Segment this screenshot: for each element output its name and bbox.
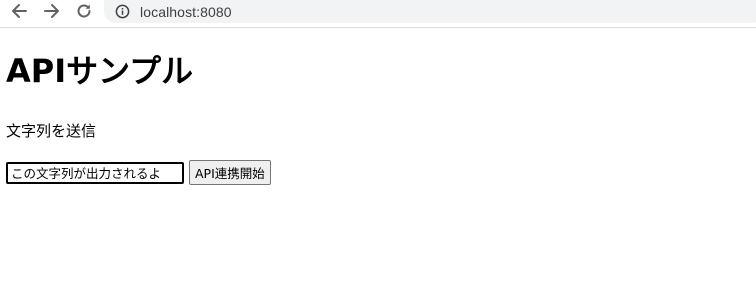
browser-toolbar: localhost:8080 <box>0 0 756 28</box>
arrow-right-icon <box>44 4 59 18</box>
forward-button[interactable] <box>40 0 64 22</box>
api-start-button[interactable]: API連携開始 <box>189 160 271 185</box>
back-button[interactable] <box>7 0 31 22</box>
reload-button[interactable] <box>72 0 96 22</box>
send-form: API連携開始 <box>6 160 271 185</box>
reload-icon <box>77 4 91 18</box>
subtitle: 文字列を送信 <box>6 122 97 140</box>
info-icon[interactable] <box>115 4 131 20</box>
page-title: APIサンプル <box>6 52 194 90</box>
message-input[interactable] <box>6 161 184 184</box>
address-bar[interactable]: localhost:8080 <box>104 0 756 23</box>
url-text: localhost:8080 <box>140 3 232 20</box>
arrow-left-icon <box>12 4 27 18</box>
